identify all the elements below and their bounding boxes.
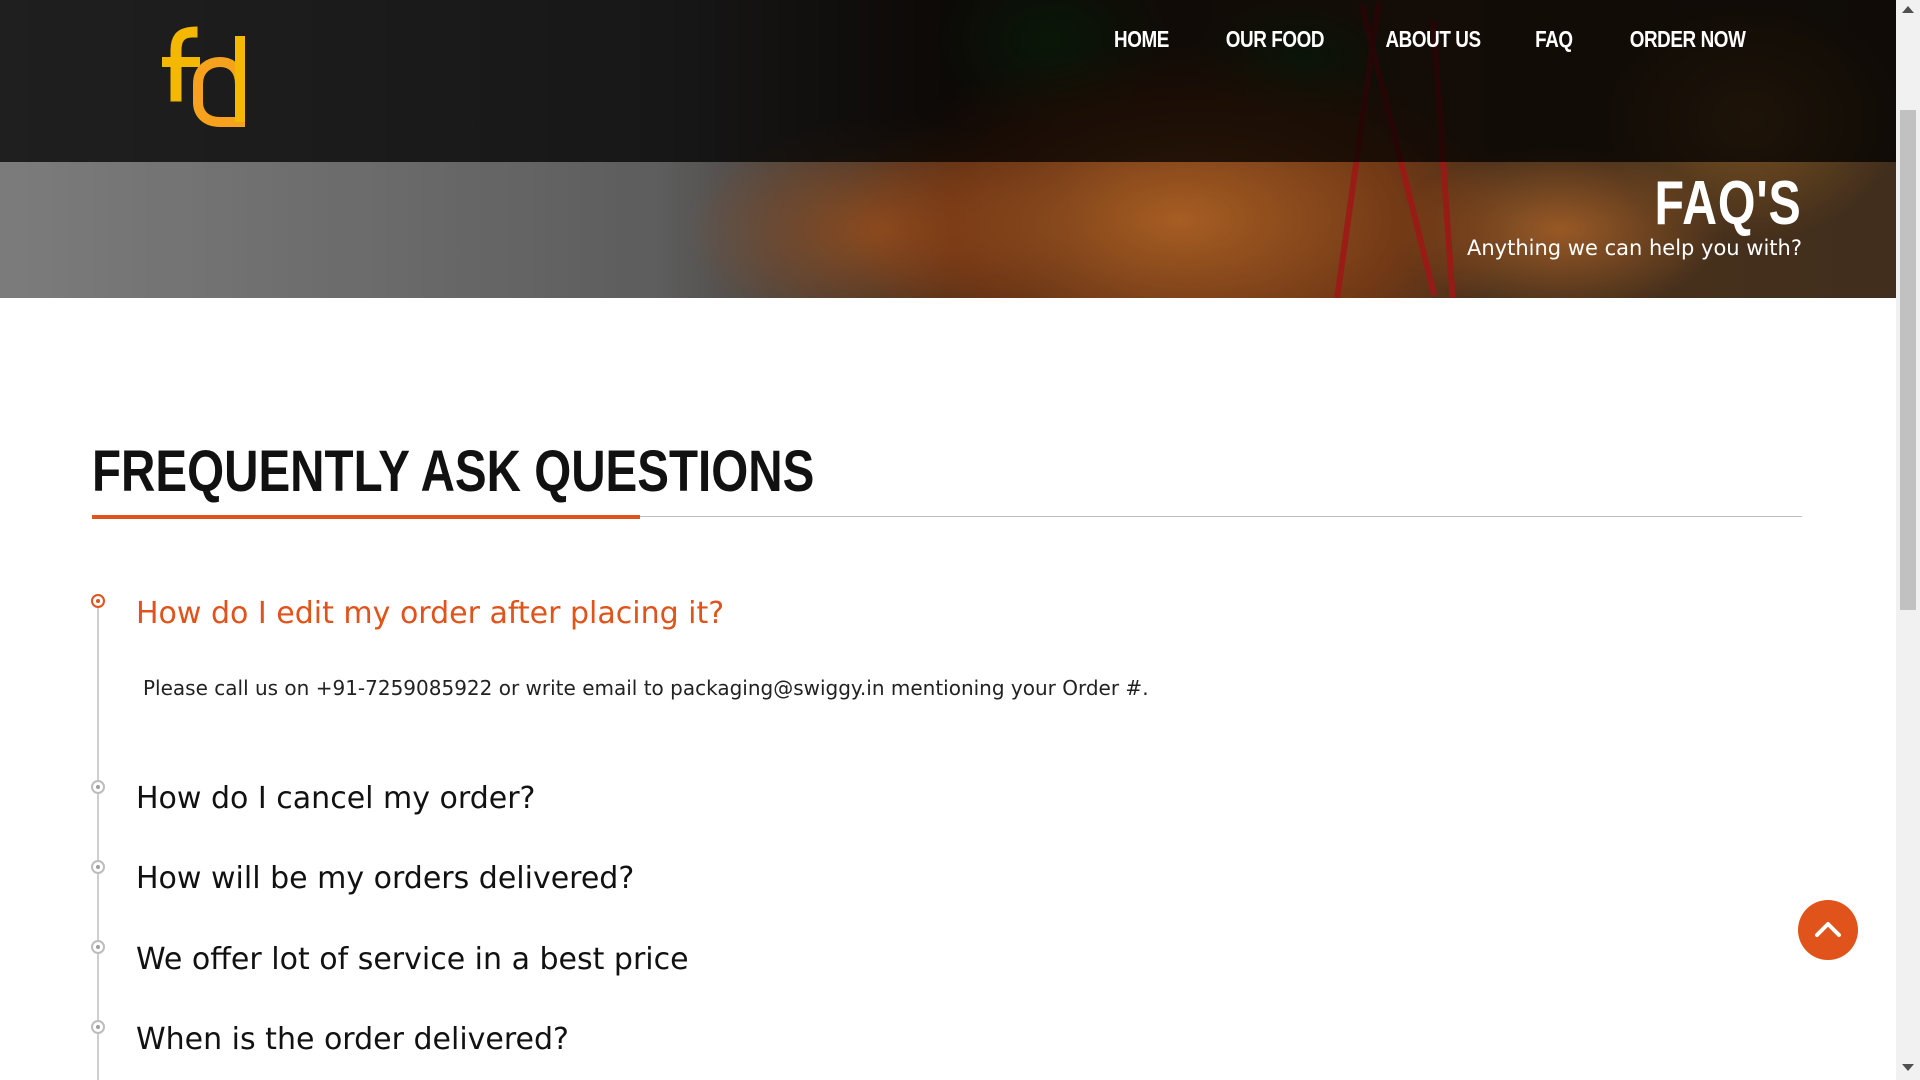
back-to-top-button[interactable] [1798,900,1858,960]
faq-bullet-icon [91,860,105,874]
nav-our-food[interactable]: OUR FOOD [1226,26,1325,53]
faq-question-1[interactable]: How do I edit my order after placing it? [136,596,724,631]
hero-title: FAQ'S [1654,169,1802,238]
nav-home[interactable]: HOME [1114,26,1169,53]
faq-question-5[interactable]: When is the order delivered? [136,1022,569,1057]
main-nav: HOME OUR FOOD ABOUT US FAQ ORDER NOW [1068,26,1758,53]
page-scrollbar[interactable] [1896,0,1920,1080]
faq-bullet-icon [91,1020,105,1034]
faq-question-4[interactable]: We offer lot of service in a best price [136,942,689,977]
fd-logo[interactable] [158,22,258,128]
chevron-up-icon [1815,922,1841,937]
faq-timeline [97,600,99,1080]
faq-question-3[interactable]: How will be my orders delivered? [136,861,634,896]
nav-faq[interactable]: FAQ [1535,26,1573,53]
hero-shade [0,162,1896,298]
faq-bullet-icon [91,780,105,794]
faq-bullet-icon [91,940,105,954]
section-title: FREQUENTLY ASK QUESTIONS [92,439,815,504]
faq-question-2[interactable]: How do I cancel my order? [136,781,535,816]
nav-order-now[interactable]: ORDER NOW [1630,26,1746,53]
hero-banner: HOME OUR FOOD ABOUT US FAQ ORDER NOW FAQ… [0,0,1896,298]
nav-about-us[interactable]: ABOUT US [1385,26,1481,53]
header-shade [0,0,1896,162]
scroll-down-icon[interactable] [1902,1064,1914,1071]
faq-bullet-icon [91,594,105,608]
faq-answer-1: Please call us on +91-7259085922 or writ… [143,676,1149,700]
hero-subtitle: Anything we can help you with? [1467,236,1802,260]
scroll-up-icon[interactable] [1902,6,1914,13]
section-divider-accent [92,515,640,519]
scroll-thumb[interactable] [1900,110,1916,610]
